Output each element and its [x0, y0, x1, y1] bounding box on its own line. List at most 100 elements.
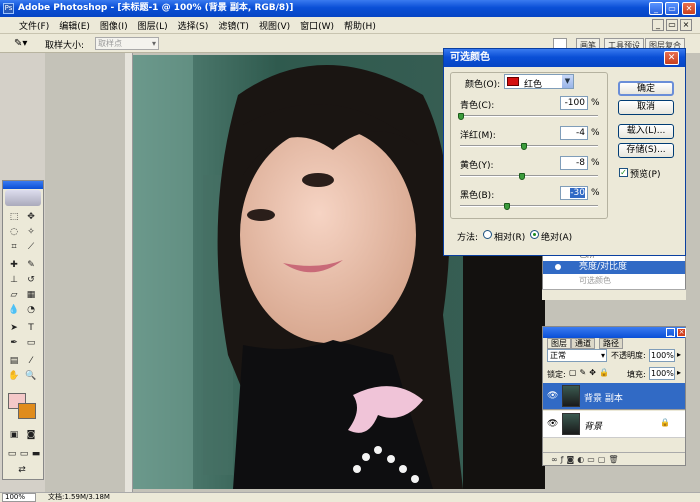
yellow-input[interactable]: -8 [560, 156, 588, 170]
window-title-bar: Adobe Photoshop - [未标题-1 @ 100% (背景 副本, … [0, 0, 700, 17]
radio-selected-dot-icon [533, 233, 536, 236]
hand-tool-icon[interactable]: ✋ [7, 369, 21, 383]
visibility-eye-icon[interactable]: 👁 [547, 419, 558, 429]
history-item-selected[interactable]: 亮度/对比度 [543, 261, 685, 274]
menu-window[interactable]: 窗口(W) [295, 19, 339, 32]
chevron-down-icon[interactable]: ▼ [562, 75, 573, 88]
toolbox-title-bar[interactable] [3, 181, 43, 189]
sample-size-select[interactable]: 取样点 [95, 37, 159, 50]
opacity-field[interactable]: 100% [649, 349, 675, 362]
layers-panel-title-bar[interactable] [543, 327, 685, 338]
magic-wand-tool-icon[interactable]: ✧ [24, 225, 38, 239]
blend-mode-select[interactable]: 正常 ▾ [547, 349, 607, 362]
type-tool-icon[interactable]: T [24, 321, 38, 335]
layer-name[interactable]: 背景 [584, 419, 602, 432]
menu-layer[interactable]: 图层(L) [133, 19, 173, 32]
cyan-input[interactable]: -100 [560, 96, 588, 110]
menu-file[interactable]: 文件(F) [14, 19, 54, 32]
black-input[interactable]: -30 [560, 186, 588, 200]
fill-slider-arrow-icon[interactable]: ▸ [677, 368, 681, 377]
doc-close-button[interactable]: × [680, 19, 692, 31]
black-slider-thumb[interactable] [504, 203, 511, 210]
cyan-slider-thumb[interactable] [458, 113, 464, 120]
black-pct: % [591, 188, 600, 198]
pen-tool-icon[interactable]: ✒ [7, 336, 21, 350]
menu-view[interactable]: 视图(V) [254, 19, 295, 32]
yellow-slider-track[interactable] [460, 175, 598, 177]
opacity-slider-arrow-icon[interactable]: ▸ [677, 350, 681, 359]
doc-restore-button[interactable]: ▭ [666, 19, 678, 31]
layer-name[interactable]: 背景 副本 [584, 391, 623, 404]
color-select-value: 红色 [524, 80, 543, 90]
layer-thumbnail [562, 413, 580, 435]
zoom-tool-icon[interactable]: 🔍 [24, 369, 38, 383]
preview-checkbox[interactable]: ✓ [619, 168, 628, 177]
zoom-field[interactable]: 100% [2, 493, 36, 502]
adobe-feather-icon[interactable] [5, 190, 41, 206]
dodge-tool-icon[interactable]: ◔ [24, 303, 38, 317]
restore-button[interactable]: ▭ [665, 2, 679, 15]
clone-stamp-tool-icon[interactable]: ⊥ [7, 273, 21, 287]
menu-help[interactable]: 帮助(H) [339, 19, 381, 32]
healing-brush-tool-icon[interactable]: ✚ [7, 258, 21, 272]
black-slider-track[interactable] [460, 205, 598, 207]
fill-field[interactable]: 100% [649, 367, 675, 380]
screen-mode-full-icon[interactable]: ▬ [29, 447, 43, 461]
lock-icon: 🔒 [660, 418, 670, 427]
lasso-tool-icon[interactable]: ◌ [7, 225, 21, 239]
notes-tool-icon[interactable]: ▤ [7, 354, 21, 368]
brush-tool-icon[interactable]: ✎ [24, 258, 38, 272]
close-button[interactable]: ✕ [682, 2, 696, 15]
menu-edit[interactable]: 编辑(E) [54, 19, 95, 32]
magenta-slider-track[interactable] [460, 145, 598, 147]
blur-tool-icon[interactable]: 💧 [7, 303, 21, 317]
yellow-slider-thumb[interactable] [518, 173, 525, 180]
panel-minimize-icon[interactable]: _ [666, 328, 675, 337]
relative-radio[interactable] [483, 230, 492, 239]
cyan-slider-track[interactable] [460, 115, 598, 117]
photoshop-app-icon[interactable]: Ps [3, 3, 14, 14]
cancel-button[interactable]: 取消 [618, 100, 674, 115]
magenta-input[interactable]: -4 [560, 126, 588, 140]
eyedropper-tool-icon[interactable]: ⁄ [24, 354, 38, 368]
doc-minimize-button[interactable]: _ [652, 19, 664, 31]
tab-channels[interactable]: 通道 [571, 338, 595, 349]
menu-image[interactable]: 图像(I) [95, 19, 133, 32]
quick-mask-mode-icon[interactable]: ◙ [24, 428, 38, 442]
eyedropper-tool-preset-icon[interactable]: ✎▾ [14, 37, 28, 50]
tab-layers[interactable]: 图层 [547, 338, 571, 349]
document-info[interactable]: 文档:1.59M/3.18M [48, 493, 110, 502]
mask-icon[interactable]: ◙ [567, 455, 578, 464]
history-item[interactable]: 可选颜色 [543, 275, 685, 287]
gradient-tool-icon[interactable]: ▦ [24, 288, 38, 302]
new-group-icon[interactable]: ▭ [587, 455, 598, 464]
standard-mode-icon[interactable]: ▣ [7, 428, 21, 442]
eraser-tool-icon[interactable]: ▱ [7, 288, 21, 302]
tab-paths[interactable]: 路径 [599, 338, 623, 349]
visibility-eye-icon[interactable]: 👁 [547, 391, 558, 401]
save-button[interactable]: 存储(S)... [618, 143, 674, 158]
lock-icons[interactable]: ▢✎✥🔒 [569, 368, 612, 377]
shape-tool-icon[interactable]: ▭ [24, 336, 38, 350]
link-icon[interactable]: ∞ [551, 455, 561, 464]
menu-filter[interactable]: 滤镜(T) [213, 19, 254, 32]
move-tool-icon[interactable]: ✥ [24, 210, 38, 224]
crop-tool-icon[interactable]: ⌗ [7, 240, 21, 254]
adjustment-layer-icon[interactable]: ◐ [577, 455, 587, 464]
path-selection-tool-icon[interactable]: ➤ [7, 321, 21, 335]
background-color-swatch[interactable] [18, 403, 36, 419]
menu-select[interactable]: 选择(S) [173, 19, 214, 32]
jump-to-imageready-icon[interactable]: ⇄ [15, 463, 29, 477]
history-brush-tool-icon[interactable]: ↺ [24, 273, 38, 287]
trash-icon[interactable]: 🗑 [608, 455, 621, 464]
marquee-tool-icon[interactable]: ⬚ [7, 210, 21, 224]
ok-button[interactable]: 确定 [618, 81, 674, 96]
document-edge [125, 53, 133, 492]
minimize-button[interactable]: _ [649, 2, 663, 15]
slice-tool-icon[interactable]: ⟋ [24, 240, 38, 254]
layers-panel-footer: ∞ƒ◙◐▭▢🗑 [543, 452, 685, 465]
panel-close-icon[interactable]: × [677, 328, 686, 337]
new-layer-icon[interactable]: ▢ [598, 455, 609, 464]
load-button[interactable]: 载入(L)... [618, 124, 674, 139]
dialog-close-button[interactable]: ✕ [664, 51, 679, 65]
